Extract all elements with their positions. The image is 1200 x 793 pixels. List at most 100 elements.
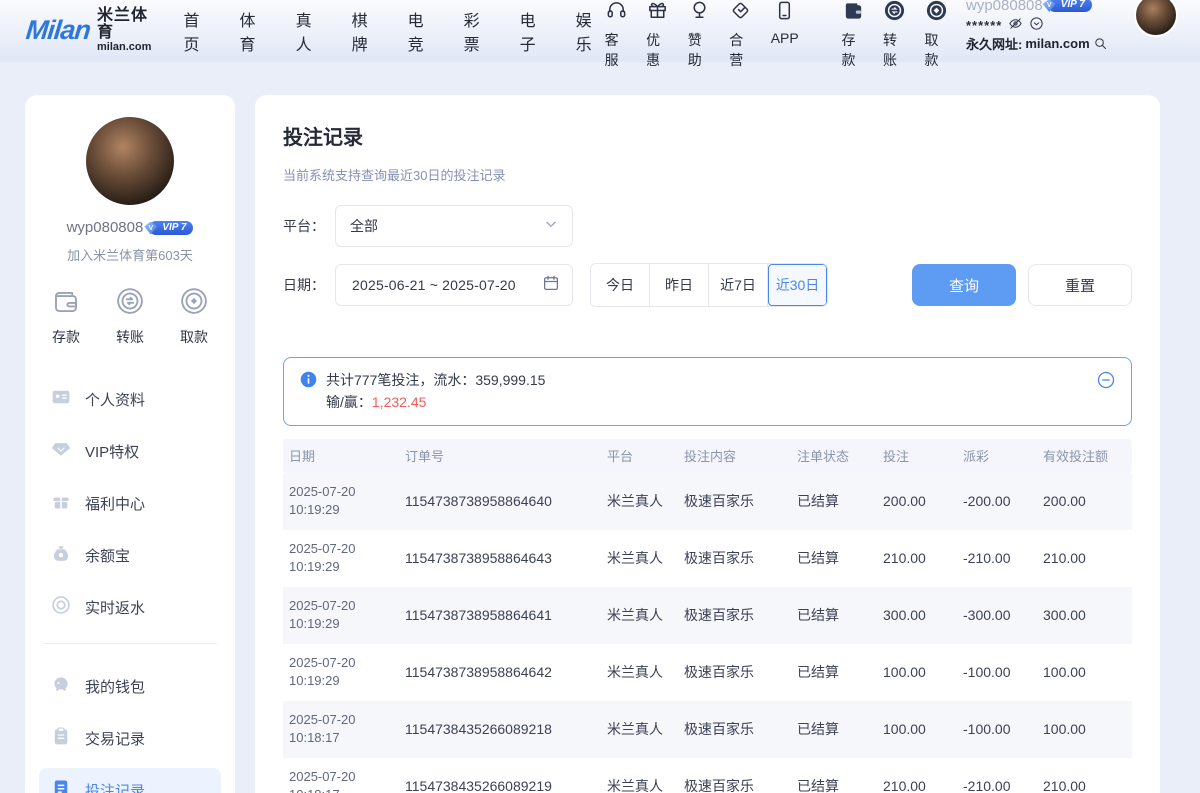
sidebar-item-transactions[interactable]: 交易记录 <box>39 716 221 760</box>
permanent-url-value: milan.com <box>1025 36 1089 51</box>
sidebar-item-profile-label: 个人资料 <box>85 389 145 410</box>
nav-item-sports[interactable]: 体育 <box>240 7 269 55</box>
promotions-link[interactable]: 优惠 <box>646 0 670 70</box>
sidebar-vip-badge: V VIP 7 <box>149 221 193 235</box>
magnifier-icon[interactable] <box>1093 36 1108 51</box>
shortcut-today-button[interactable]: 今日 <box>591 264 650 306</box>
sidebar-item-welfare[interactable]: 福利中心 <box>39 481 221 525</box>
cell-status: 已结算 <box>791 605 877 625</box>
summary-line2: 输/赢：1,232.45 <box>326 391 1085 413</box>
search-button[interactable]: 查询 <box>912 264 1016 306</box>
date-filter-row: 日期： 2025-06-21 ~ 2025-07-20 今日 昨日 近7日 近3… <box>283 263 1132 307</box>
col-header-content: 投注内容 <box>678 446 791 465</box>
withdraw-label: 取款 <box>924 30 948 70</box>
nav-item-slots[interactable]: 电子 <box>520 7 549 55</box>
cell-content: 极速百家乐 <box>678 776 791 793</box>
page-subtitle: 当前系统支持查询最近30日的投注记录 <box>283 165 1132 184</box>
cell-content: 极速百家乐 <box>678 719 791 739</box>
sidebar-item-bet-records-label: 投注记录 <box>85 780 145 793</box>
sidebar-deposit-button[interactable]: 存款 <box>51 286 81 347</box>
eye-off-icon[interactable] <box>1008 16 1023 31</box>
deposit-label: 存款 <box>841 30 865 70</box>
cell-order: 1154738435266089219 <box>399 778 601 793</box>
platform-select[interactable]: 全部 <box>335 205 573 247</box>
cell-status: 已结算 <box>791 662 877 682</box>
cell-bet: 200.00 <box>877 493 957 509</box>
cell-content: 极速百家乐 <box>678 605 791 625</box>
partnership-link[interactable]: 合营 <box>729 0 753 70</box>
table-row: 2025-07-2010:18:17 1154738435266089219 米… <box>283 758 1132 793</box>
transfer-outline-icon <box>115 286 145 321</box>
cell-bet: 100.00 <box>877 721 957 737</box>
refresh-circle-icon[interactable] <box>1029 16 1044 31</box>
sidebar-item-wallet[interactable]: 我的钱包 <box>39 664 221 708</box>
cell-date: 2025-07-2010:19:29 <box>283 654 399 690</box>
cell-platform: 米兰真人 <box>601 548 678 568</box>
cell-content: 极速百家乐 <box>678 662 791 682</box>
cell-payout: -210.00 <box>957 778 1037 793</box>
sidebar-divider <box>43 643 217 644</box>
mobile-app-icon <box>773 0 796 27</box>
cell-platform: 米兰真人 <box>601 776 678 793</box>
sidebar-item-yuebao[interactable]: 余额宝 <box>39 533 221 577</box>
sidebar-item-profile[interactable]: 个人资料 <box>39 377 221 421</box>
collapse-minus-icon[interactable] <box>1097 371 1115 394</box>
vip-level-label: VIP 7 <box>1048 0 1092 12</box>
cell-order: 1154738738958864641 <box>399 607 601 623</box>
wallet-outline-icon <box>51 286 81 321</box>
nav-item-lottery[interactable]: 彩票 <box>464 7 493 55</box>
col-header-bet: 投注 <box>877 446 957 465</box>
id-card-icon <box>51 387 71 412</box>
clipboard-icon <box>51 726 71 751</box>
sidebar-withdraw-button[interactable]: 取款 <box>179 286 209 347</box>
sidebar-item-bet-records[interactable]: 投注记录 <box>39 768 221 793</box>
sidebar-item-rebate[interactable]: 实时返水 <box>39 585 221 629</box>
logo-domain-text: milan.com <box>97 42 158 54</box>
cell-valid: 200.00 <box>1037 493 1132 509</box>
diamond-icon <box>51 439 71 464</box>
deposit-link[interactable]: 存款 <box>841 0 865 70</box>
avatar[interactable] <box>1134 0 1178 37</box>
sidebar-withdraw-label: 取款 <box>180 327 208 347</box>
cell-platform: 米兰真人 <box>601 719 678 739</box>
member-days-text: 加入米兰体育第603天 <box>39 245 221 264</box>
cell-valid: 210.00 <box>1037 778 1132 793</box>
sidebar-transfer-button[interactable]: 转账 <box>115 286 145 347</box>
nav-item-entertainment[interactable]: 娱乐 <box>576 7 605 55</box>
withdraw-circle-icon <box>925 0 948 27</box>
customer-service-link[interactable]: 客服 <box>605 0 629 70</box>
username-text: wyp080808 <box>966 0 1043 14</box>
app-download-link[interactable]: APP <box>771 0 799 46</box>
app-download-label: APP <box>771 30 799 46</box>
nav-item-cards[interactable]: 棋牌 <box>352 7 381 55</box>
cell-platform: 米兰真人 <box>601 491 678 511</box>
date-range-input[interactable]: 2025-06-21 ~ 2025-07-20 <box>335 264 573 306</box>
reset-button[interactable]: 重置 <box>1028 264 1132 306</box>
bet-records-table: 日期 订单号 平台 投注内容 注单状态 投注 派彩 有效投注额 2025-07-… <box>283 439 1132 793</box>
table-row: 2025-07-2010:18:17 1154738435266089218 米… <box>283 701 1132 758</box>
cell-payout: -200.00 <box>957 493 1037 509</box>
piggy-bank-icon <box>51 674 71 699</box>
nav-item-esports[interactable]: 电竞 <box>408 7 437 55</box>
sidebar-quick-actions: 存款 转账 取款 <box>39 286 221 347</box>
bet-records-doc-icon <box>51 778 71 793</box>
withdraw-outline-icon <box>179 286 209 321</box>
transfer-link[interactable]: 转账 <box>883 0 907 70</box>
sidebar-avatar[interactable] <box>86 117 174 205</box>
transfer-label: 转账 <box>883 30 907 70</box>
shortcut-30days-button[interactable]: 近30日 <box>768 264 827 306</box>
sidebar-deposit-label: 存款 <box>52 327 80 347</box>
withdraw-link[interactable]: 取款 <box>924 0 948 70</box>
sidebar-item-transactions-label: 交易记录 <box>85 728 145 749</box>
nav-item-live[interactable]: 真人 <box>296 7 325 55</box>
sidebar-item-vip[interactable]: VIP特权 <box>39 429 221 473</box>
nav-item-home[interactable]: 首页 <box>184 7 213 55</box>
shortcut-7days-button[interactable]: 近7日 <box>709 264 768 306</box>
brand-logo[interactable]: Milan 米兰体育 milan.com <box>26 8 158 53</box>
cell-order: 1154738435266089218 <box>399 721 601 737</box>
sidebar-transfer-label: 转账 <box>116 327 144 347</box>
sponsorship-link[interactable]: 赞助 <box>688 0 712 70</box>
cell-payout: -300.00 <box>957 607 1037 623</box>
logo-cn-text: 米兰体育 <box>97 8 158 42</box>
shortcut-yesterday-button[interactable]: 昨日 <box>650 264 709 306</box>
